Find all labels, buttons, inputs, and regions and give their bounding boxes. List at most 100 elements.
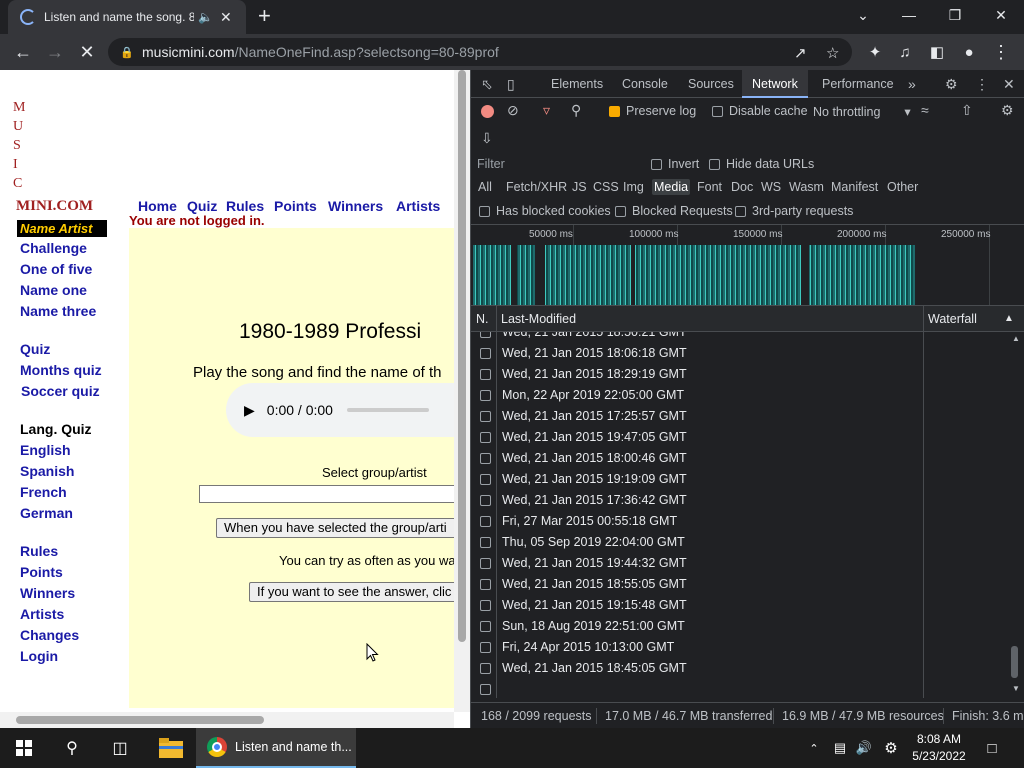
device-toolbar-icon[interactable]: ▯	[507, 76, 515, 93]
tab-network[interactable]: Network	[742, 70, 808, 98]
table-row[interactable]: Wed, 21 Jan 2015 18:55:05 GMT	[471, 574, 1003, 595]
nav-challenge[interactable]: Challenge	[20, 240, 87, 256]
row-checkbox[interactable]	[480, 558, 491, 569]
table-row[interactable]: Wed, 21 Jan 2015 18:29:19 GMT	[471, 364, 1003, 385]
file-explorer-icon[interactable]	[148, 728, 194, 768]
request-table-scrollbar[interactable]: ▲ ▼	[1003, 332, 1023, 698]
submit-selection-button[interactable]: When you have selected the group/arti	[216, 518, 454, 538]
tab-search-icon[interactable]: ⌄	[840, 0, 886, 30]
topnav-winners[interactable]: Winners	[328, 198, 383, 214]
row-checkbox[interactable]	[480, 348, 491, 359]
row-checkbox[interactable]	[480, 411, 491, 422]
nav-quiz[interactable]: Quiz	[20, 341, 50, 357]
export-har-icon[interactable]: ⇩	[481, 130, 493, 147]
type-wasm[interactable]: Wasm	[789, 180, 824, 194]
nav-english[interactable]: English	[20, 442, 71, 458]
table-row[interactable]: Wed, 21 Jan 2015 19:15:48 GMT	[471, 595, 1003, 616]
taskbar-search-icon[interactable]: ⚲	[48, 728, 96, 768]
row-checkbox[interactable]	[480, 579, 491, 590]
tab-elements[interactable]: Elements	[541, 70, 613, 98]
disable-cache-checkbox[interactable]: Disable cache	[712, 104, 808, 118]
row-checkbox[interactable]	[480, 453, 491, 464]
address-bar[interactable]: 🔒 musicmini.com/NameOneFind.asp?selectso…	[108, 38, 852, 66]
topnav-rules[interactable]: Rules	[226, 198, 264, 214]
import-har-icon[interactable]: ⇧	[961, 102, 973, 119]
row-checkbox[interactable]	[480, 600, 491, 611]
tab-sources[interactable]: Sources	[678, 70, 744, 98]
topnav-home[interactable]: Home	[138, 198, 177, 214]
seek-slider[interactable]	[346, 408, 429, 412]
row-checkbox[interactable]	[480, 516, 491, 527]
topnav-quiz[interactable]: Quiz	[187, 198, 217, 214]
table-row[interactable]	[471, 679, 1003, 698]
topnav-artists[interactable]: Artists	[396, 198, 440, 214]
type-font[interactable]: Font	[697, 180, 722, 194]
show-hidden-icons-icon[interactable]: ⌃	[804, 728, 824, 768]
row-checkbox[interactable]	[480, 474, 491, 485]
show-answer-button[interactable]: If you want to see the answer, clic	[249, 582, 454, 602]
type-manifest[interactable]: Manifest	[831, 180, 878, 194]
table-row[interactable]: Fri, 24 Apr 2015 10:13:00 GMT	[471, 637, 1003, 658]
network-icon[interactable]: ▤	[828, 728, 852, 768]
new-tab-button[interactable]: +	[258, 4, 271, 28]
row-checkbox[interactable]	[480, 432, 491, 443]
sort-up-icon[interactable]: ▲	[1004, 306, 1014, 332]
lock-icon[interactable]: 🔒	[120, 46, 134, 59]
type-fetch-xhr[interactable]: Fetch/XHR	[506, 180, 567, 194]
settings-gear-icon[interactable]: ⚙	[945, 76, 958, 93]
row-checkbox[interactable]	[480, 684, 491, 695]
profile-avatar-icon[interactable]: ●	[954, 34, 984, 70]
nav-soccer-quiz[interactable]: Soccer quiz	[21, 383, 100, 399]
back-arrow-icon[interactable]: ←	[8, 34, 38, 70]
restore-button[interactable]: ❐	[932, 0, 978, 30]
volume-icon[interactable]: 🔊	[852, 728, 876, 768]
nav-months-quiz[interactable]: Months quiz	[20, 362, 102, 378]
audio-player[interactable]: ▶ 0:00 / 0:00	[226, 383, 454, 437]
type-media[interactable]: Media	[652, 179, 691, 195]
third-party-checkbox[interactable]: 3rd-party requests	[735, 204, 853, 218]
table-row[interactable]: Wed, 21 Jan 2015 18:00:46 GMT	[471, 448, 1003, 469]
nav-name-three[interactable]: Name three	[20, 303, 96, 319]
nav-points[interactable]: Points	[20, 564, 63, 580]
taskbar-chrome-button[interactable]: Listen and name th...	[196, 728, 356, 768]
nav-french[interactable]: French	[20, 484, 67, 500]
site-logo[interactable]: MINI.COM	[16, 198, 93, 215]
close-devtools-icon[interactable]: ✕	[1003, 76, 1015, 93]
table-row[interactable]: Wed, 21 Jan 2015 17:25:57 GMT	[471, 406, 1003, 427]
row-checkbox[interactable]	[480, 332, 491, 338]
network-overview-timeline[interactable]: 50000 ms 100000 ms 150000 ms 200000 ms 2…	[471, 224, 1024, 306]
table-row[interactable]: Mon, 22 Apr 2019 22:05:00 GMT	[471, 385, 1003, 406]
type-css[interactable]: CSS	[593, 180, 619, 194]
column-name-header[interactable]: N.	[476, 306, 489, 332]
nav-german[interactable]: German	[20, 505, 73, 521]
page-vertical-scrollbar[interactable]	[454, 70, 470, 712]
type-img[interactable]: Img	[623, 180, 644, 194]
close-tab-icon[interactable]: ✕	[220, 9, 232, 26]
tab-console[interactable]: Console	[612, 70, 678, 98]
table-row[interactable]: Fri, 27 Mar 2015 00:55:18 GMT	[471, 511, 1003, 532]
type-doc[interactable]: Doc	[731, 180, 753, 194]
table-row[interactable]: Wed, 21 Jan 2015 18:45:05 GMT	[471, 658, 1003, 679]
type-js[interactable]: JS	[572, 180, 587, 194]
nav-changes[interactable]: Changes	[20, 627, 79, 643]
nav-one-of-five[interactable]: One of five	[20, 261, 92, 277]
hide-data-urls-checkbox[interactable]: Hide data URLs	[709, 157, 814, 171]
minimize-button[interactable]: —	[886, 0, 932, 30]
more-tabs-icon[interactable]: »	[908, 76, 916, 92]
table-row[interactable]: Wed, 21 Jan 2015 19:44:32 GMT	[471, 553, 1003, 574]
table-row[interactable]: Wed, 21 Jan 2015 19:47:05 GMT	[471, 427, 1003, 448]
table-row[interactable]: Wed, 21 Jan 2015 18:06:18 GMT	[471, 343, 1003, 364]
page-horizontal-scrollbar[interactable]	[0, 712, 454, 728]
chrome-menu-icon[interactable]: ⋮	[986, 34, 1016, 70]
media-controls-icon[interactable]: ♫	[890, 34, 920, 70]
invert-checkbox[interactable]: Invert	[651, 157, 699, 171]
stop-loading-icon[interactable]: ✕	[72, 34, 102, 70]
row-checkbox[interactable]	[480, 642, 491, 653]
table-row[interactable]: Wed, 21 Jan 2015 17:36:42 GMT	[471, 490, 1003, 511]
task-view-icon[interactable]: ◫	[96, 728, 144, 768]
settings-tray-icon[interactable]: ⚙	[878, 728, 904, 768]
browser-tab[interactable]: Listen and name the song. 80 🔈 ✕	[8, 0, 246, 34]
column-waterfall-header[interactable]: Waterfall	[928, 306, 977, 332]
row-checkbox[interactable]	[480, 663, 491, 674]
play-icon[interactable]: ▶	[244, 402, 255, 419]
